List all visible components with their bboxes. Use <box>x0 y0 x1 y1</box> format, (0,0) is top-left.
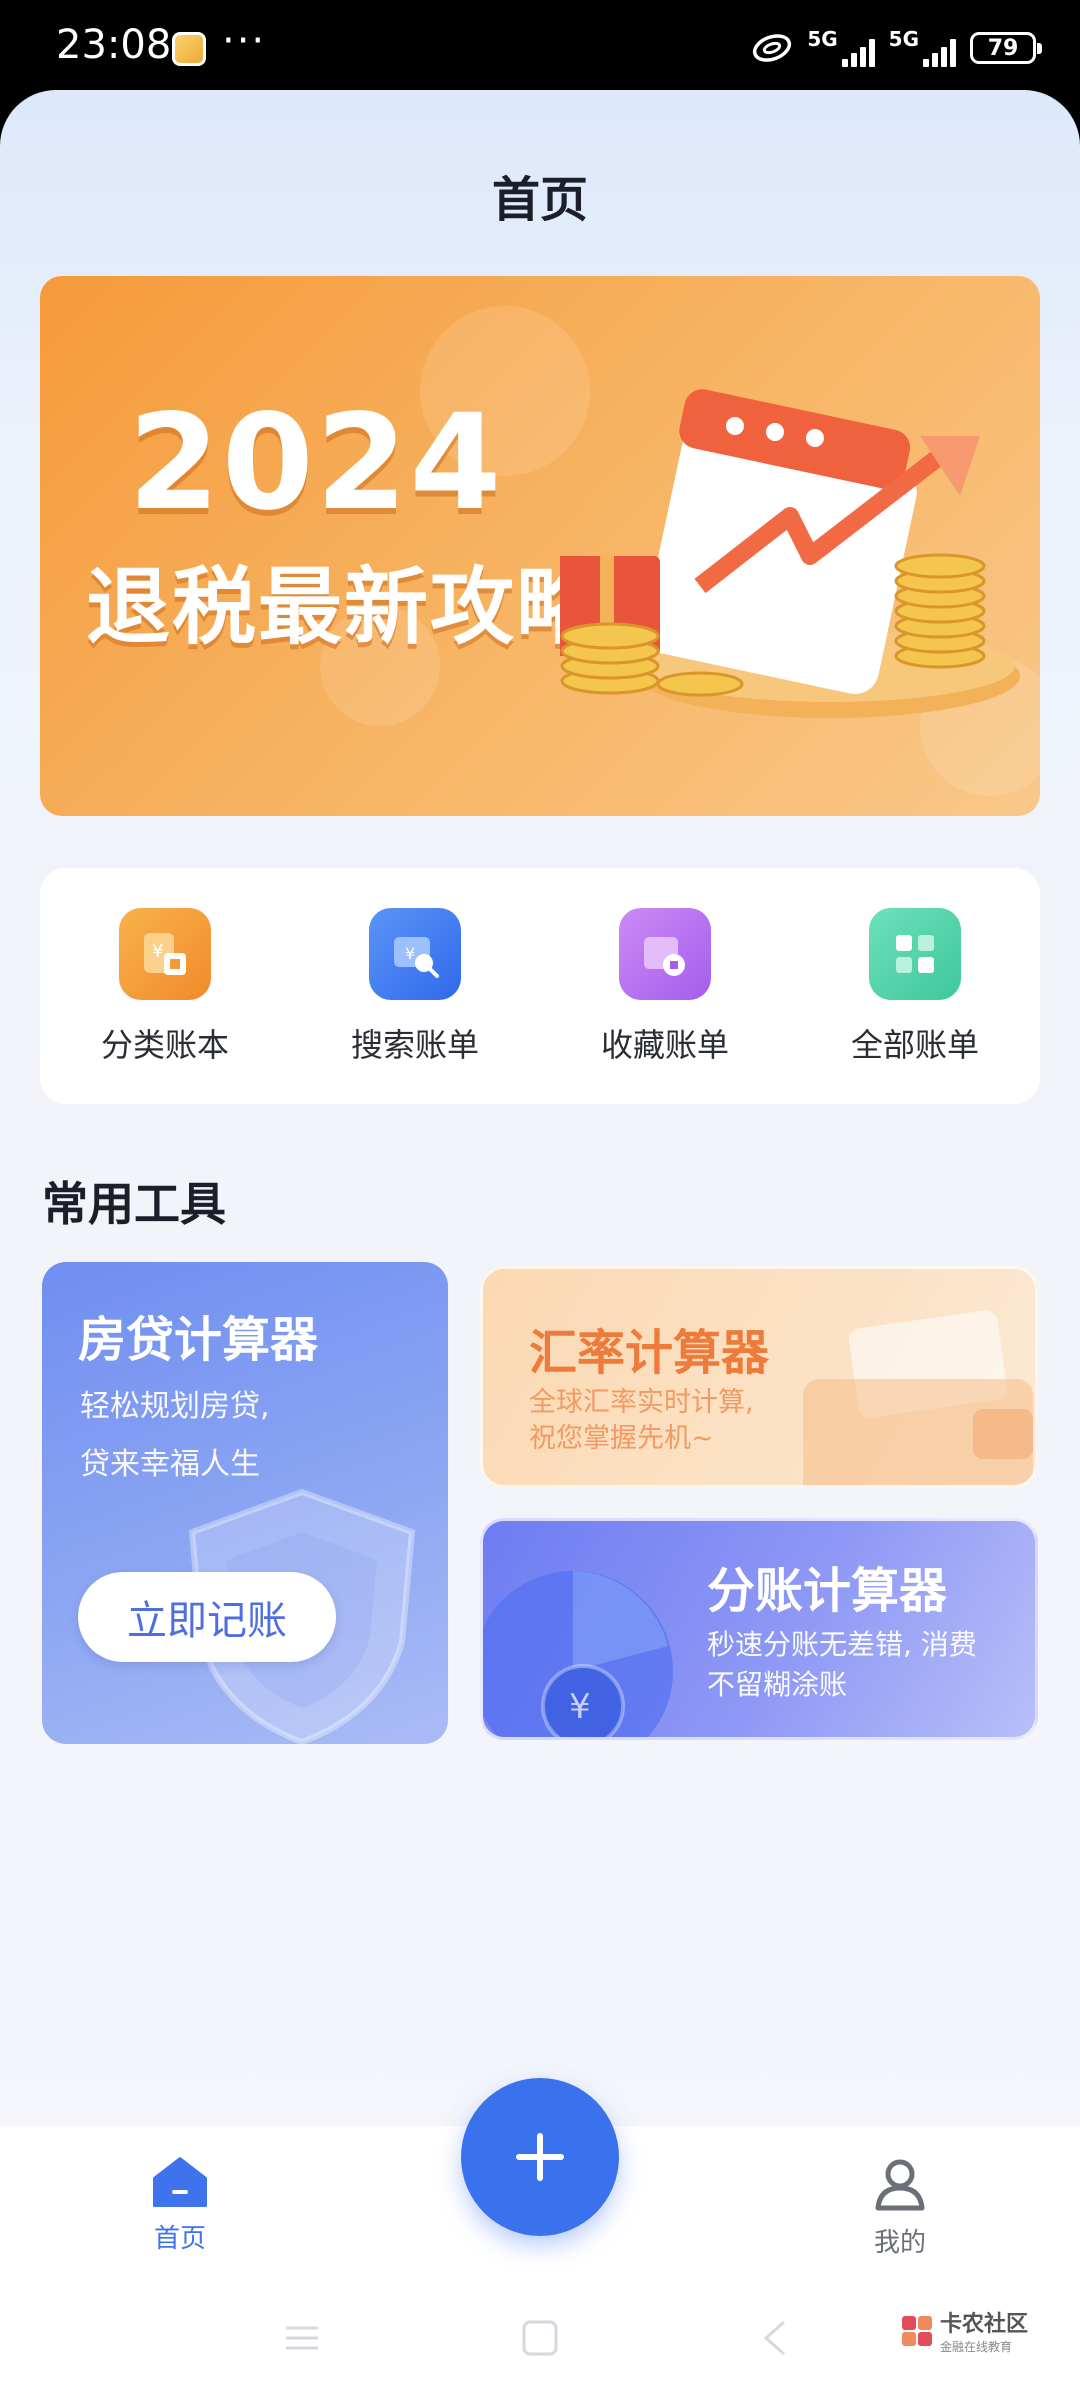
record-now-button[interactable]: 立即记账 <box>78 1572 336 1662</box>
exchange-rate-desc-line: 祝您掌握先机~ <box>529 1423 714 1454</box>
exchange-rate-title: 汇率计算器 <box>529 1325 770 1381</box>
quick-entry-favorite-bill[interactable]: 收藏账单 <box>540 868 790 1104</box>
mortgage-title: 房贷计算器 <box>78 1312 319 1368</box>
hotspot-link-icon <box>753 34 792 62</box>
network-type-label: 5G <box>888 27 919 51</box>
mortgage-desc-line: 贷来幸福人生 <box>80 1447 260 1482</box>
more-notifications-icon: ··· <box>222 18 267 64</box>
app-screen: 首页 2024 退税最新攻略 ¥ 分类账本 ¥ 搜索账单 收藏账单 全部账单 常… <box>0 90 1080 2400</box>
signal-sim1: 5G <box>807 27 875 67</box>
mortgage-description: 轻松规划房贷, 贷来幸福人生 <box>80 1378 340 1494</box>
add-record-button[interactable] <box>461 2078 619 2236</box>
tab-home-label: 首页 <box>153 2224 206 2254</box>
home-nav-icon[interactable] <box>520 2318 560 2358</box>
notification-app-icon <box>172 32 206 66</box>
signal-bars-icon <box>841 39 875 67</box>
back-icon[interactable] <box>756 2318 796 2358</box>
split-bill-desc-line: 不留糊涂账 <box>707 1668 848 1701</box>
promo-banner[interactable]: 2024 退税最新攻略 <box>40 276 1040 816</box>
quick-entry-search-bill[interactable]: ¥ 搜索账单 <box>290 868 540 1104</box>
split-bill-desc-line: 秒速分账无差错, 消费 <box>707 1628 977 1661</box>
page-title: 首页 <box>491 172 588 228</box>
wallet-icon <box>803 1310 1033 1485</box>
watermark-sub: 金融在线教育 <box>940 2340 1013 2354</box>
battery-icon: 79 <box>970 32 1042 64</box>
quick-entry-label: 分类账本 <box>100 1026 229 1064</box>
pie-chart-coin-icon: ¥ <box>483 1571 673 1737</box>
quick-entries-card: ¥ 分类账本 ¥ 搜索账单 收藏账单 全部账单 <box>40 868 1040 1104</box>
quick-entry-label: 全部账单 <box>850 1026 979 1064</box>
tab-home[interactable]: 首页 <box>100 2156 260 2255</box>
mortgage-calculator-card[interactable]: 房贷计算器 轻松规划房贷, 贷来幸福人生 立即记账 <box>42 1262 448 1744</box>
exchange-rate-description: 全球汇率实时计算, 祝您掌握先机~ <box>529 1385 799 1457</box>
home-icon <box>153 2157 207 2207</box>
quick-entry-category-ledger[interactable]: ¥ 分类账本 <box>40 868 290 1104</box>
watermark-main: 卡农社区 <box>940 2312 1029 2337</box>
split-bill-title: 分账计算器 <box>707 1563 948 1619</box>
quick-entry-label: 搜索账单 <box>350 1026 479 1064</box>
status-time: 23:08 <box>56 22 172 68</box>
battery-level: 79 <box>987 35 1019 61</box>
section-title-tools: 常用工具 <box>42 1177 226 1231</box>
svg-text:¥: ¥ <box>152 941 163 962</box>
tab-mine[interactable]: 我的 <box>820 2156 980 2259</box>
calendar-coins-illustration <box>560 389 1020 718</box>
svg-text:¥: ¥ <box>569 1687 591 1727</box>
signal-bars-icon <box>923 39 956 67</box>
favorite-bill-icon <box>619 908 711 1000</box>
signal-sim2: 5G <box>889 29 956 67</box>
watermark: 卡农社区 金融在线教育 <box>900 2306 1028 2355</box>
status-indicators: 5G 5G 79 <box>751 26 1042 70</box>
exchange-rate-calculator-card[interactable]: 汇率计算器 全球汇率实时计算, 祝您掌握先机~ <box>480 1266 1038 1488</box>
watermark-logo-icon <box>902 2315 932 2346</box>
network-type-label: 5G <box>807 27 838 51</box>
quick-entry-all-bills[interactable]: 全部账单 <box>790 868 1040 1104</box>
status-bar: 23:08 ··· 5G 5G 79 <box>0 0 1080 92</box>
svg-text:¥: ¥ <box>405 944 415 963</box>
tab-mine-label: 我的 <box>873 2228 926 2258</box>
recent-apps-icon[interactable] <box>282 2318 322 2358</box>
banner-subtitle: 退税最新攻略 <box>86 558 603 656</box>
banner-year: 2024 <box>128 386 504 540</box>
all-bills-icon <box>869 908 961 1000</box>
split-bill-calculator-card[interactable]: ¥ 分账计算器 秒速分账无差错, 消费 不留糊涂账 <box>480 1518 1038 1740</box>
split-bill-description: 秒速分账无差错, 消费 不留糊涂账 <box>707 1625 1017 1705</box>
plus-icon <box>516 2133 564 2181</box>
search-bill-icon: ¥ <box>369 908 461 1000</box>
exchange-rate-desc-line: 全球汇率实时计算, <box>529 1387 754 1418</box>
ledger-icon: ¥ <box>119 908 211 1000</box>
mortgage-desc-line: 轻松规划房贷, <box>80 1389 270 1424</box>
user-icon <box>875 2159 925 2211</box>
quick-entry-label: 收藏账单 <box>600 1026 729 1064</box>
